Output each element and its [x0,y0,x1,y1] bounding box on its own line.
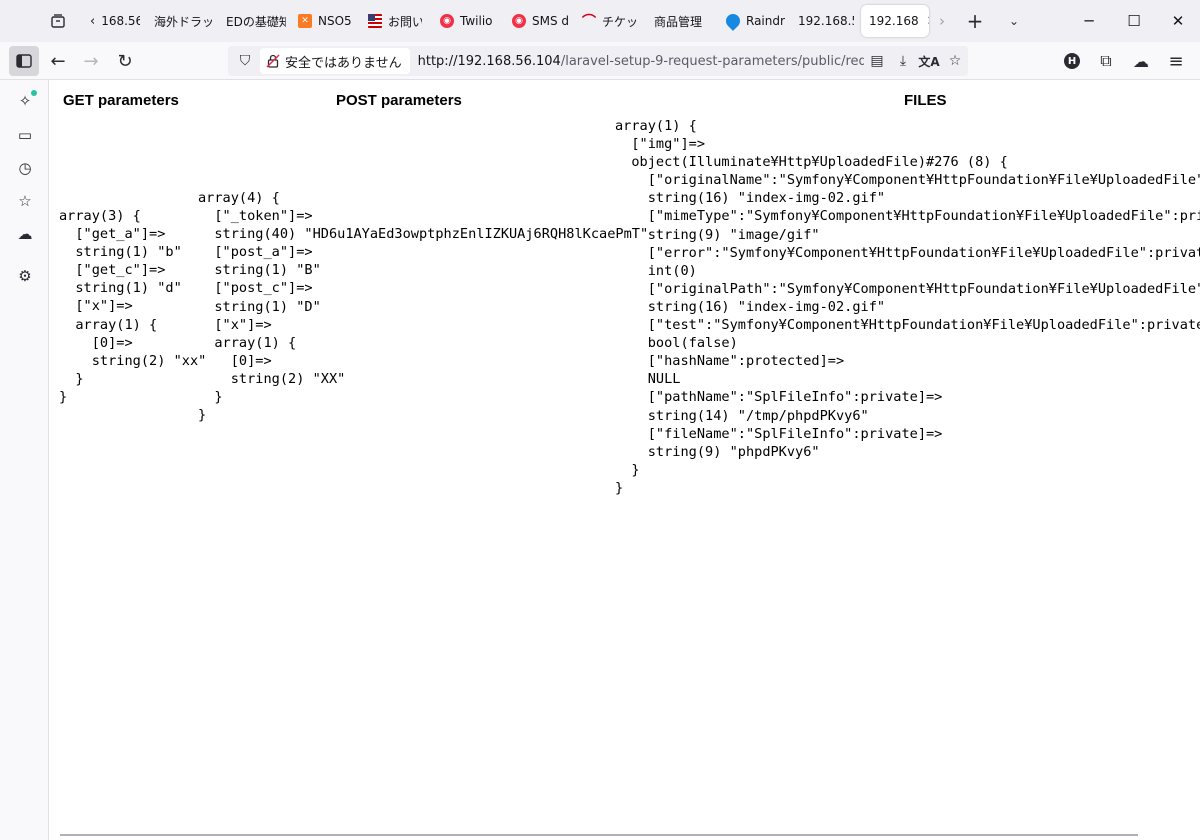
tab-list-chevron-icon[interactable]: ⌄ [1002,9,1026,33]
account-avatar-icon[interactable]: H [1057,46,1087,76]
post-parameters-dump: array(4) { ["_token"]=> string(40) "HD6u… [198,190,649,424]
settings-gear-icon[interactable]: ⚙ [13,264,37,288]
xampp-icon: ✕ [298,14,312,28]
url-path: /laravel-setup-9-request-parameters/publ… [560,53,864,69]
get-parameters-heading: GET parameters [63,92,179,109]
horizontal-scrollbar[interactable] [60,834,1138,836]
app-menu-icon[interactable]: ≡ [1161,46,1191,76]
tab-label: お問い [388,14,422,29]
tracking-shield-icon[interactable]: ⛉ [236,52,254,70]
tab-scroll-right-icon[interactable]: › [930,9,954,33]
back-chevron-icon: ‹ [90,13,96,29]
get-parameters-dump: array(3) { ["get_a"]=> string(1) "b" ["g… [59,208,207,405]
sidebar-toggle-button[interactable] [9,46,39,76]
tab-label: Twilio [460,14,493,28]
tab-3[interactable]: ✕ NSO5 [290,5,352,37]
close-window-button[interactable]: ✕ [1156,6,1200,36]
tab-9[interactable]: Raindr [718,5,786,37]
security-label: 安全ではありません [285,55,402,71]
navigation-toolbar: ← → ↻ ⛉ 安全ではありません http://192.168.56.104/… [0,42,1200,80]
minimize-button[interactable]: ─ [1067,6,1111,36]
back-button[interactable]: ← [43,46,73,76]
history-clock-icon[interactable]: ◷ [13,156,37,180]
url-host: http://192.168.56.104 [417,53,561,69]
reload-button[interactable]: ↻ [110,46,140,76]
tab-label: 商品管理 [654,14,703,29]
twilio-icon: ◉ [512,14,526,28]
url-bar[interactable]: ⛉ 安全ではありません http://192.168.56.104/larave… [228,46,968,76]
tab-label: EDの基礎知 [226,14,286,29]
new-tab-plus-icon[interactable]: + [963,9,987,33]
ai-chatbot-sparkle-icon[interactable]: ✧ [13,89,37,113]
tab-8[interactable]: 商品管理 [646,5,716,37]
tab-active[interactable]: 192.168 ✕ [861,5,929,37]
tab-label: 192.168.56 [798,14,854,28]
tab-label: 海外ドラッグ [154,14,212,29]
maximize-button[interactable]: ☐ [1112,6,1156,36]
page-content: GET parameters POST parameters FILES arr… [49,80,1200,840]
extensions-puzzle-icon[interactable]: ⧉ [1091,46,1121,76]
tab-4[interactable]: お問い [360,5,422,37]
bookmarks-star-icon[interactable]: ☆ [13,189,37,213]
url-text[interactable]: http://192.168.56.104/laravel-setup-9-re… [418,54,864,69]
translate-icon[interactable]: 文A [916,48,942,74]
files-heading: FILES [904,92,947,109]
files-dump: array(1) { ["img"]=> object(Illuminate¥H… [615,118,1200,496]
tab-label: チケット [602,14,640,29]
tab-label: 168.56 [101,14,140,28]
tab-strip: ‹ 168.56 海外ドラッグ EDの基礎知 ✕ NSO5 お問い ◉ Twil… [0,0,1200,42]
sidebar: ✧ ▭ ◷ ☆ ☁ ⚙ [0,80,49,840]
security-indicator[interactable]: 安全ではありません [260,48,410,74]
tab-5[interactable]: ◉ Twilio [432,5,498,37]
bookmark-star-icon[interactable]: ☆ [942,48,968,74]
tab-overview-icon[interactable] [46,9,70,33]
us-flag-icon [368,14,382,28]
tab-label: 192.168 [869,14,919,28]
sidebar-icon [16,54,32,68]
tab-label: Raindr [746,14,785,28]
tab-0[interactable]: ‹ 168.56 [82,5,140,37]
synced-tabs-icon[interactable]: ▭ [13,123,37,147]
tab-label: NSO5 [318,14,352,28]
tab-6[interactable]: ◉ SMS d [504,5,568,37]
tab-2[interactable]: EDの基礎知 [218,5,286,37]
tab-10[interactable]: 192.168.56 [790,5,854,37]
reader-view-icon[interactable]: ▤ [864,48,890,74]
cloud-icon[interactable]: ☁ [13,222,37,246]
raindrop-icon [723,11,743,31]
download-page-icon[interactable]: ⤓ [890,48,916,74]
post-parameters-heading: POST parameters [336,92,462,109]
forward-button[interactable]: → [76,46,106,76]
twilio-icon: ◉ [440,14,454,28]
tab-label: SMS d [532,14,568,28]
arc-logo-icon: ⌒ [582,14,596,30]
insecure-lock-icon [266,54,280,68]
tab-7[interactable]: ⌒ チケット [574,5,640,37]
tab-1[interactable]: 海外ドラッグ [146,5,212,37]
cloud-sync-icon[interactable]: ☁ [1126,46,1156,76]
close-tab-icon[interactable]: ✕ [927,14,929,29]
